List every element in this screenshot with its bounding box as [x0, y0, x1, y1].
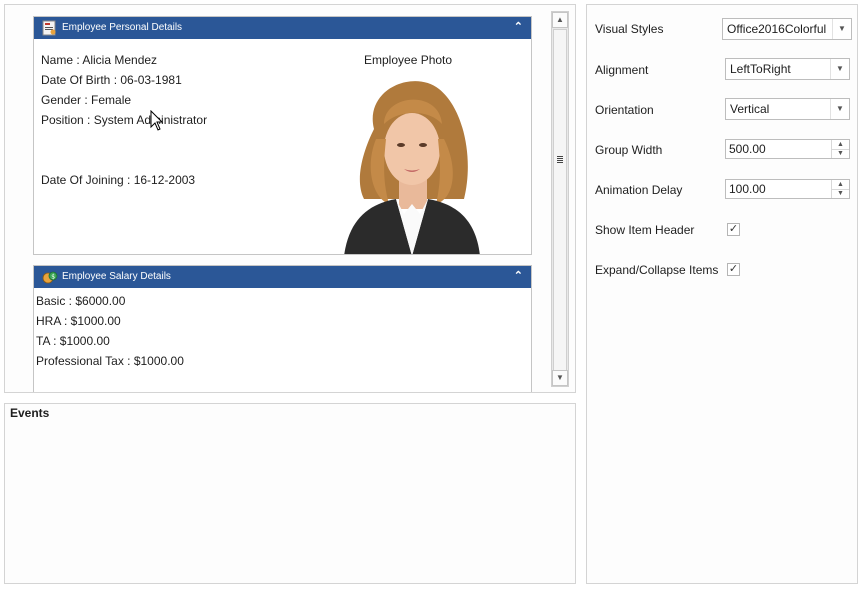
group-header-personal[interactable]: Employee Personal Details ⌃	[34, 17, 531, 39]
employee-gender: Gender : Female	[41, 93, 132, 107]
chevron-down-icon[interactable]: ▼	[830, 59, 849, 79]
group-employee-salary: $ Employee Salary Details ⌃ Basic : $600…	[33, 265, 532, 392]
orientation-label: Orientation	[595, 103, 654, 117]
events-panel: Events	[4, 403, 576, 584]
group-panel: Employee Personal Details ⌃ Name : Alici…	[4, 4, 576, 393]
chevron-down-icon[interactable]: ▼	[830, 99, 849, 119]
money-icon: $	[42, 271, 58, 284]
alignment-label: Alignment	[595, 63, 649, 77]
employee-joining-date: Date Of Joining : 16-12-2003	[41, 173, 196, 187]
svg-text:$: $	[51, 274, 55, 281]
group-width-label: Group Width	[595, 143, 663, 157]
employee-photo-label: Employee Photo	[364, 53, 453, 67]
group-width-value: 500.00	[729, 142, 766, 156]
alignment-combo[interactable]: LeftToRight ▼	[725, 58, 850, 80]
group-employee-personal: Employee Personal Details ⌃ Name : Alici…	[33, 16, 532, 255]
visual-styles-value: Office2016Colorful	[727, 22, 827, 36]
animation-delay-label: Animation Delay	[595, 183, 683, 197]
vertical-scrollbar[interactable]: ▲ ▼	[551, 11, 569, 387]
collapse-chevron-icon[interactable]: ⌃	[514, 21, 523, 33]
chevron-down-icon[interactable]: ▼	[832, 19, 851, 39]
expand-collapse-checkbox[interactable]: ✓	[727, 263, 740, 276]
salary-hra: HRA : $1000.00	[36, 314, 121, 328]
show-item-header-label: Show Item Header	[595, 223, 695, 237]
group-title-salary: Employee Salary Details	[62, 271, 171, 282]
grip-icon	[557, 156, 563, 163]
mouse-cursor-icon	[150, 110, 164, 131]
employee-name: Name : Alicia Mendez	[41, 53, 158, 67]
salary-basic: Basic : $6000.00	[36, 294, 126, 308]
events-title: Events	[10, 406, 50, 420]
animation-delay-value: 100.00	[729, 182, 766, 196]
scroll-up-icon[interactable]: ▲	[552, 12, 568, 28]
scrollbar-thumb[interactable]	[553, 29, 567, 371]
spin-down-icon[interactable]: ▼	[831, 189, 849, 198]
visual-styles-combo[interactable]: Office2016Colorful ▼	[722, 18, 852, 40]
salary-ta: TA : $1000.00	[36, 334, 110, 348]
employee-card-icon	[42, 20, 56, 36]
employee-dob: Date Of Birth : 06-03-1981	[41, 73, 182, 87]
employee-photo	[344, 81, 480, 254]
expand-collapse-label: Expand/Collapse Items	[595, 263, 719, 277]
settings-panel: Visual Styles Office2016Colorful ▼ Align…	[586, 4, 858, 584]
group-header-salary[interactable]: $ Employee Salary Details ⌃	[34, 266, 531, 288]
animation-delay-spinner[interactable]: 100.00 ▲ ▼	[725, 179, 850, 199]
salary-professional-tax: Professional Tax : $1000.00	[36, 354, 184, 368]
collapse-chevron-icon[interactable]: ⌃	[514, 270, 523, 282]
employee-position: Position : System Administrator	[41, 113, 208, 127]
group-width-spinner[interactable]: 500.00 ▲ ▼	[725, 139, 850, 159]
visual-styles-label: Visual Styles	[595, 22, 664, 36]
scroll-down-icon[interactable]: ▼	[552, 370, 568, 386]
orientation-combo[interactable]: Vertical ▼	[725, 98, 850, 120]
spin-down-icon[interactable]: ▼	[831, 149, 849, 158]
orientation-value: Vertical	[730, 102, 770, 116]
alignment-value: LeftToRight	[730, 62, 791, 76]
group-title-personal: Employee Personal Details	[62, 22, 183, 33]
show-item-header-checkbox[interactable]: ✓	[727, 223, 740, 236]
